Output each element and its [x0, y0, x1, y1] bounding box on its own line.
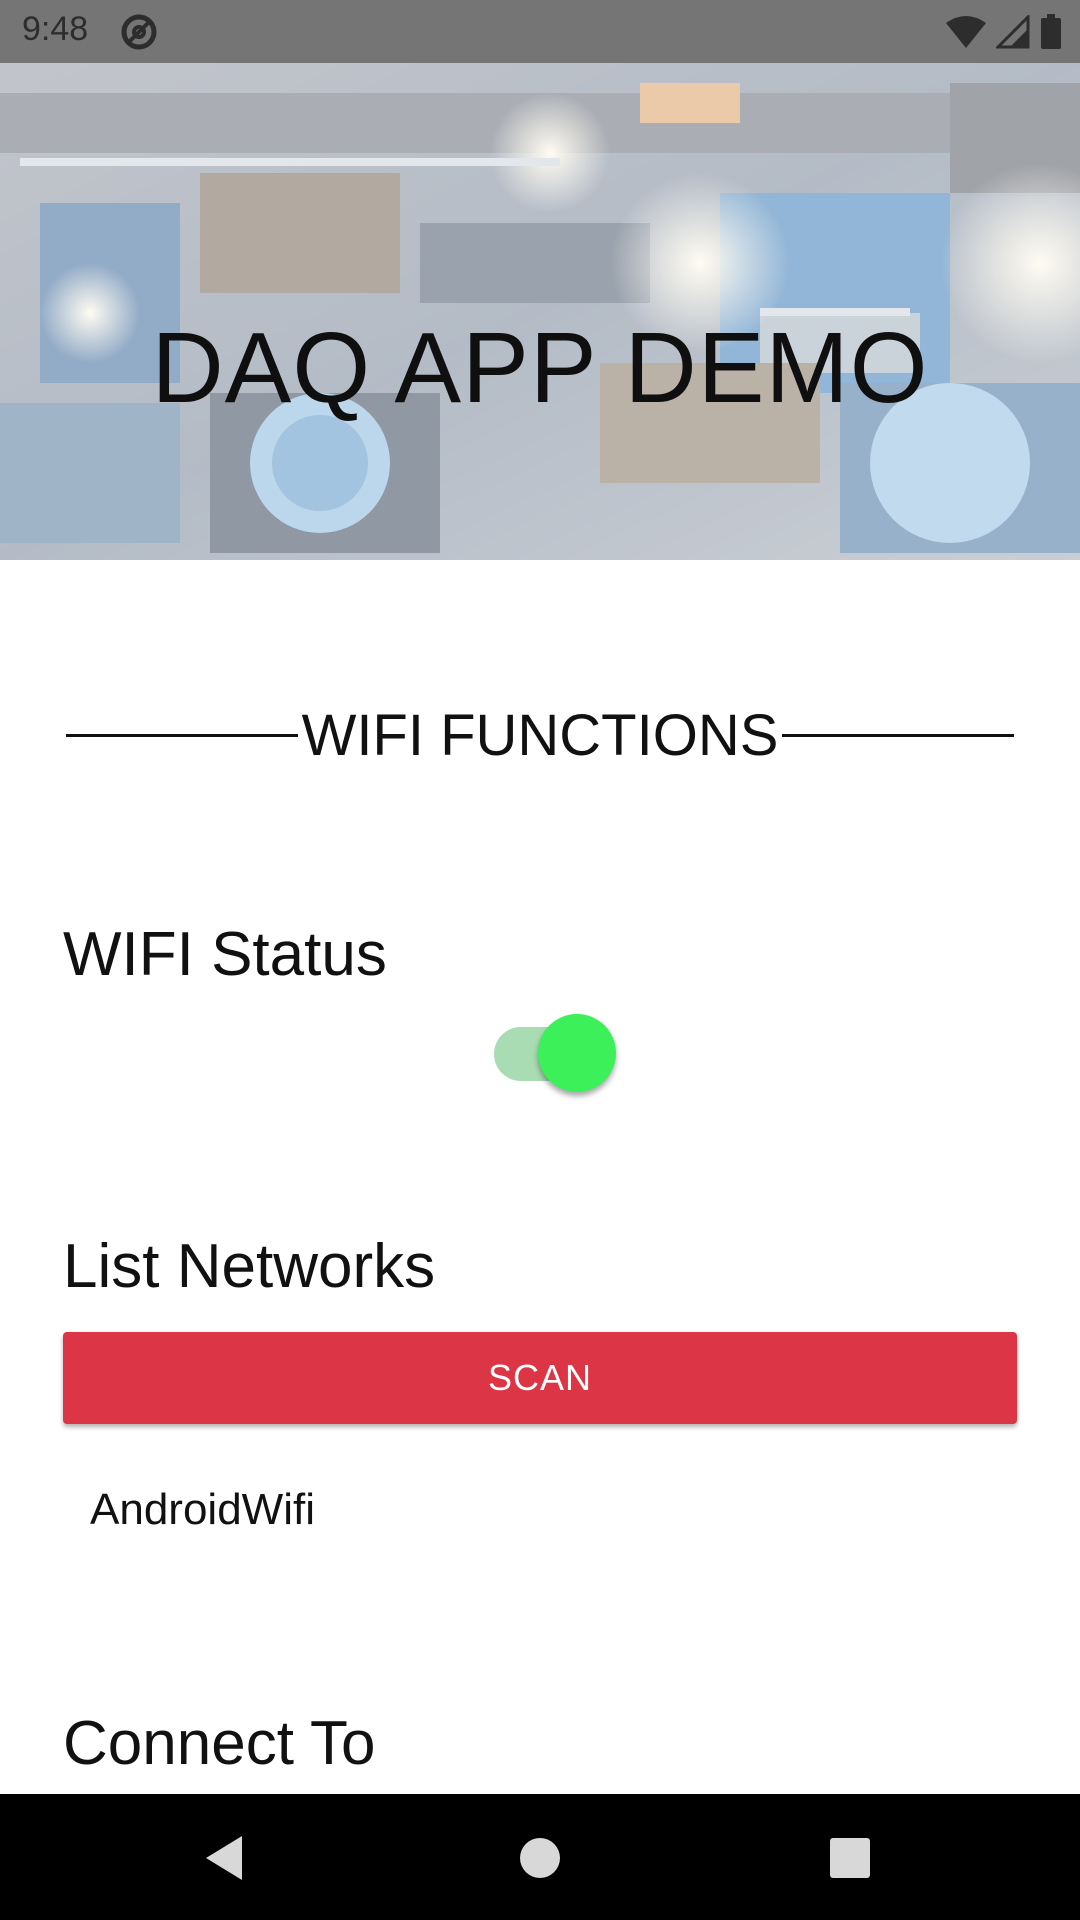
status-icons: [946, 12, 1062, 52]
list-networks-label: List Networks: [63, 1232, 436, 1301]
section-divider: WIFI FUNCTIONS: [66, 700, 1014, 770]
scan-button[interactable]: SCAN: [63, 1332, 1017, 1424]
connect-to-label: Connect To: [63, 1709, 376, 1778]
at-sign-icon: [121, 14, 157, 50]
back-icon[interactable]: [196, 1828, 256, 1888]
status-bar: 9:48: [0, 0, 1080, 63]
recents-icon[interactable]: [820, 1828, 880, 1888]
home-icon[interactable]: [510, 1828, 570, 1888]
divider-line-right: [782, 733, 1014, 737]
wifi-icon: [946, 16, 986, 48]
divider-line-left: [66, 733, 298, 737]
navigation-bar: [0, 1794, 1080, 1920]
cellular-signal-icon: [996, 15, 1030, 49]
wifi-status-toggle[interactable]: [494, 1014, 618, 1094]
wifi-status-label: WIFI Status: [63, 920, 387, 989]
status-time: 9:48: [22, 10, 89, 48]
toggle-thumb: [538, 1014, 616, 1092]
app-screen: 9:48 DAQ APP DEMO WIFI FUNCTIONS WIFI St…: [0, 0, 1080, 1920]
network-list-item[interactable]: AndroidWifi: [90, 1488, 315, 1532]
battery-icon: [1041, 14, 1061, 49]
section-heading: WIFI FUNCTIONS: [301, 702, 779, 768]
app-title: DAQ APP DEMO: [151, 312, 929, 424]
